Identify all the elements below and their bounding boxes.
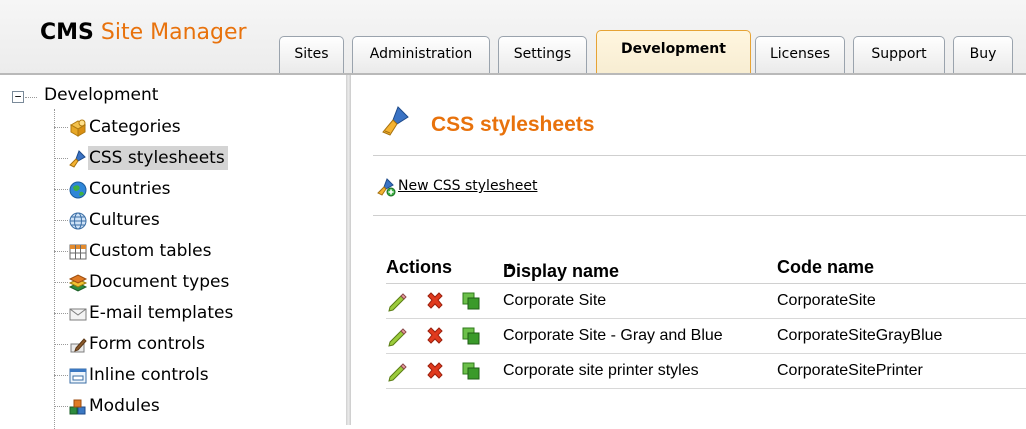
table-row: Corporate site printer styles CorporateS… <box>386 354 1026 389</box>
sidebar-item-label: Cultures <box>89 210 160 230</box>
header-bar: CMS Site Manager Sites Administration Se… <box>0 0 1026 75</box>
logo-site-manager-text: Site Manager <box>100 20 247 45</box>
sidebar-item-label: Inline controls <box>89 365 209 385</box>
tree-connector <box>54 189 68 190</box>
tree-connector <box>54 158 68 159</box>
cell-display-name: Corporate Site - Gray and Blue <box>503 327 723 344</box>
custom-tables-icon <box>69 244 87 260</box>
page-title-text: CSS stylesheets <box>431 113 595 136</box>
css-stylesheets-icon <box>69 150 86 168</box>
logo-cms-text: CMS <box>40 20 94 45</box>
form-controls-icon <box>70 338 87 353</box>
tree-connector <box>54 220 68 221</box>
document-types-icon <box>68 274 88 292</box>
clone-icon[interactable] <box>460 325 482 347</box>
tab-sites[interactable]: Sites <box>279 36 344 74</box>
tree-connector <box>54 344 68 345</box>
delete-icon[interactable] <box>424 360 446 382</box>
tree-connector <box>54 282 68 283</box>
sidebar-item-label: CSS stylesheets <box>88 146 228 170</box>
sidebar-item-label: Countries <box>89 179 171 199</box>
cell-code-name: CorporateSiteGrayBlue <box>777 327 943 344</box>
header-code-name[interactable]: Code name <box>777 257 874 278</box>
globe-icon <box>69 181 87 199</box>
tab-licenses[interactable]: Licenses <box>755 36 845 74</box>
sidebar-item-label: Document types <box>89 272 230 292</box>
development-tree: − Development Categories CSS stylesheets… <box>0 75 346 429</box>
header-actions: Actions <box>386 257 453 277</box>
tree-connector <box>54 127 68 128</box>
cell-code-name: CorporateSitePrinter <box>777 362 923 379</box>
divider <box>373 155 1026 156</box>
sidebar-item-label: Categories <box>89 117 181 137</box>
tree-connector <box>25 97 37 98</box>
cultures-icon <box>69 212 87 230</box>
new-css-stylesheet-label[interactable]: New CSS stylesheet <box>398 178 537 194</box>
collapse-toggle-icon[interactable]: − <box>12 91 24 103</box>
edit-icon[interactable] <box>386 325 408 347</box>
clone-icon[interactable] <box>460 360 482 382</box>
tree-connector <box>54 375 68 376</box>
tab-administration[interactable]: Administration <box>352 36 490 74</box>
grid-header: Actions Display name ▲ Code name <box>386 253 1026 284</box>
sort-ascending-icon: ▲ <box>505 261 515 272</box>
table-row: Corporate Site CorporateSite <box>386 284 1026 319</box>
tab-buy[interactable]: Buy <box>953 36 1013 74</box>
tree-connector <box>54 313 68 314</box>
divider <box>373 215 1026 216</box>
clone-icon[interactable] <box>460 290 482 312</box>
modules-icon <box>69 399 86 415</box>
cell-code-name: CorporateSite <box>777 292 876 309</box>
tab-support[interactable]: Support <box>853 36 945 74</box>
delete-icon[interactable] <box>424 290 446 312</box>
cell-display-name: Corporate Site <box>503 292 607 309</box>
inline-controls-icon <box>69 368 87 384</box>
sidebar-item-label: Modules <box>89 396 160 416</box>
cell-display-name: Corporate site printer styles <box>503 362 699 379</box>
delete-icon[interactable] <box>424 325 446 347</box>
email-templates-icon <box>69 308 87 321</box>
edit-icon[interactable] <box>386 360 408 382</box>
tree-vertical-connector <box>54 109 55 429</box>
sidebar-item-label: E-mail templates <box>89 303 234 323</box>
tab-development[interactable]: Development <box>596 30 751 74</box>
header-display-name-label: Display name <box>503 261 620 281</box>
main-content: CSS stylesheets New CSS stylesheet Actio… <box>351 75 1026 425</box>
sidebar-item-label: Custom tables <box>89 241 212 261</box>
table-row: Corporate Site - Gray and Blue Corporate… <box>386 319 1026 354</box>
css-stylesheets-icon <box>382 106 409 136</box>
tree-connector <box>54 251 68 252</box>
tab-settings[interactable]: Settings <box>498 36 587 74</box>
tree-root-label: Development <box>44 85 159 105</box>
tree-connector <box>54 406 68 407</box>
categories-icon <box>69 119 87 137</box>
sidebar-item-label: Form controls <box>89 334 206 354</box>
new-stylesheet-icon <box>377 178 396 197</box>
edit-icon[interactable] <box>386 290 408 312</box>
app-logo: CMS Site Manager <box>40 20 247 45</box>
